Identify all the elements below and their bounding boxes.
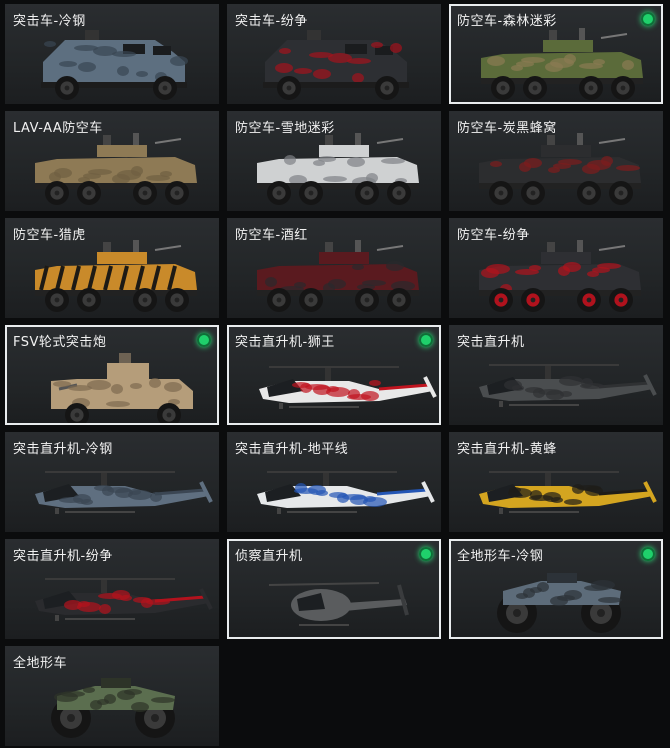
equipped-dot-icon (641, 547, 655, 561)
equipped-dot-icon (197, 333, 211, 347)
vehicle-image (257, 240, 419, 312)
vehicle-name: 突击直升机-狮王 (235, 335, 335, 350)
vehicle-name: 防空车-酒红 (235, 228, 308, 243)
vehicle-name: 侦察直升机 (235, 549, 303, 564)
vehicle-name: 突击直升机-黄蜂 (457, 442, 557, 457)
vehicle-name: 防空车-猎虎 (13, 228, 86, 243)
vehicle-card[interactable]: 突击直升机-纷争 (5, 539, 219, 639)
vehicle-name: FSV轮式突击炮 (13, 335, 107, 350)
vehicle-image (479, 133, 641, 205)
vehicle-name: 全地形车-冷钢 (457, 549, 544, 564)
vehicle-card[interactable]: 防空车-酒红 (227, 218, 441, 318)
vehicle-image (479, 471, 657, 514)
vehicle-image (35, 471, 213, 514)
vehicle-image (257, 133, 419, 205)
equipped-dot-icon (641, 12, 655, 26)
equipped-dot-icon (419, 547, 433, 561)
vehicle-card[interactable]: 突击直升机-地平线 (227, 432, 441, 532)
vehicle-image (259, 366, 437, 409)
vehicle-image (481, 28, 643, 100)
vehicle-image (479, 364, 657, 407)
vehicle-card[interactable]: 防空车-纷争 (449, 218, 663, 318)
vehicle-card[interactable]: 突击车-冷钢 (5, 4, 219, 104)
vehicle-image (497, 573, 622, 633)
vehicle-card[interactable]: 防空车-猎虎 (5, 218, 219, 318)
vehicle-name: 突击直升机 (457, 335, 525, 350)
vehicle-image (51, 353, 193, 423)
vehicle-card[interactable]: 防空车-雪地迷彩 (227, 111, 441, 211)
vehicle-card[interactable]: 突击直升机-冷钢 (5, 432, 219, 532)
vehicle-card[interactable]: LAV-AA防空车 (5, 111, 219, 211)
vehicle-name: 突击直升机-冷钢 (13, 442, 113, 457)
vehicle-card[interactable]: 全地形车 (5, 646, 219, 746)
vehicle-image (268, 582, 409, 626)
vehicle-card[interactable]: 突击直升机-黄蜂 (449, 432, 663, 532)
vehicle-name: 突击车-冷钢 (13, 14, 86, 29)
vehicle-image (35, 133, 197, 205)
vehicle-card[interactable]: 突击直升机 (449, 325, 663, 425)
equipped-dot-icon (419, 333, 433, 347)
vehicle-card[interactable]: 全地形车-冷钢 (449, 539, 663, 639)
vehicle-image (35, 240, 197, 312)
vehicle-name: 突击直升机-地平线 (235, 442, 349, 457)
vehicle-image (41, 30, 188, 100)
vehicle-name: 突击直升机-纷争 (13, 549, 113, 564)
vehicle-image (257, 471, 435, 514)
vehicle-name: 防空车-炭黑蜂窝 (457, 121, 557, 136)
vehicle-name: 防空车-森林迷彩 (457, 14, 557, 29)
vehicle-card[interactable]: 防空车-炭黑蜂窝 (449, 111, 663, 211)
vehicle-name: 突击车-纷争 (235, 14, 308, 29)
vehicle-image (479, 240, 641, 312)
vehicle-image (35, 578, 213, 621)
vehicle-image (51, 678, 175, 738)
vehicle-name: 全地形车 (13, 656, 68, 671)
vehicle-card[interactable]: 突击直升机-狮王 (227, 325, 441, 425)
vehicle-card[interactable]: FSV轮式突击炮 (5, 325, 219, 425)
vehicle-name: 防空车-雪地迷彩 (235, 121, 335, 136)
vehicle-card[interactable]: 侦察直升机 (227, 539, 441, 639)
vehicle-image (263, 30, 409, 100)
vehicle-name: LAV-AA防空车 (13, 121, 103, 136)
vehicle-card[interactable]: 防空车-森林迷彩 (449, 4, 663, 104)
vehicle-card[interactable]: 突击车-纷争 (227, 4, 441, 104)
vehicle-name: 防空车-纷争 (457, 228, 530, 243)
